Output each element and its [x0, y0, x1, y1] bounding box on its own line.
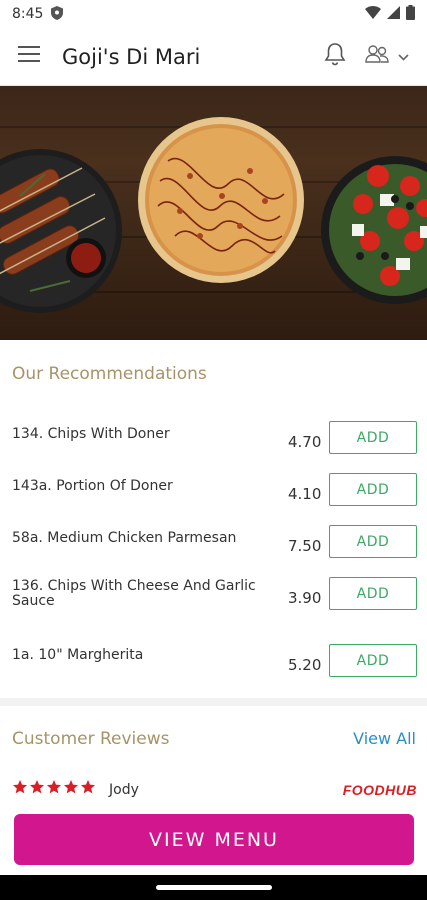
- status-time: 8:45: [12, 6, 44, 22]
- user-group-icon: [364, 44, 390, 69]
- list-item: 134. Chips With Doner 4.70 ADD: [0, 421, 427, 461]
- add-button[interactable]: ADD: [329, 577, 417, 610]
- view-all-link[interactable]: View All: [353, 729, 416, 748]
- list-item: 136. Chips With Cheese And Garlic Sauce …: [0, 577, 427, 617]
- item-price: 7.50: [288, 537, 322, 555]
- item-name: 136. Chips With Cheese And Garlic Sauce: [12, 578, 256, 609]
- kebab-plate-image: [0, 149, 122, 313]
- salad-plate-image: [321, 156, 427, 304]
- app-bar: Goji's Di Mari: [0, 28, 427, 86]
- add-button[interactable]: ADD: [329, 644, 417, 677]
- pizza-image: [138, 117, 304, 283]
- system-nav-bar: [0, 875, 427, 900]
- item-price: 4.10: [288, 485, 322, 503]
- battery-icon: [406, 5, 415, 23]
- list-item: 58a. Medium Chicken Parmesan 7.50 ADD: [0, 525, 427, 565]
- star-icon: [30, 780, 44, 794]
- add-button[interactable]: ADD: [329, 421, 417, 454]
- signal-icon: [387, 6, 400, 22]
- chevron-down-icon: [398, 48, 409, 66]
- add-button[interactable]: ADD: [329, 473, 417, 506]
- customer-reviews-title: Customer Reviews: [12, 729, 170, 749]
- star-icon: [64, 780, 78, 794]
- item-price: 5.20: [288, 656, 322, 674]
- list-item: 1a. 10" Margherita 5.20 ADD: [0, 644, 427, 684]
- page-title: Goji's Di Mari: [62, 44, 201, 69]
- account-dropdown[interactable]: [364, 44, 409, 69]
- item-price: 4.70: [288, 433, 322, 451]
- star-icon: [81, 780, 95, 794]
- view-menu-button[interactable]: VIEW MENU: [14, 814, 414, 865]
- home-gesture-handle[interactable]: [156, 885, 272, 890]
- notification-bell-icon[interactable]: [324, 42, 346, 71]
- star-icon: [47, 780, 61, 794]
- item-name: 143a. Portion Of Doner: [12, 478, 173, 494]
- status-bar: 8:45: [0, 0, 427, 28]
- item-price: 3.90: [288, 589, 322, 607]
- item-name: 1a. 10" Margherita: [12, 647, 144, 663]
- add-button[interactable]: ADD: [329, 525, 417, 558]
- wifi-icon: [365, 6, 381, 22]
- item-name: 58a. Medium Chicken Parmesan: [12, 530, 237, 546]
- reviewer-name: Jody: [109, 782, 139, 798]
- menu-icon[interactable]: [18, 46, 40, 67]
- recommendations-title: Our Recommendations: [12, 364, 207, 384]
- item-name: 134. Chips With Doner: [12, 426, 170, 442]
- list-item: 143a. Portion Of Doner 4.10 ADD: [0, 473, 427, 513]
- shield-icon: [51, 5, 64, 23]
- hero-food-image: [0, 86, 427, 340]
- star-icon: [13, 780, 27, 794]
- foodhub-logo: FOODHUB: [342, 782, 417, 798]
- review-item: Jody FOODHUB: [12, 779, 417, 801]
- section-divider: [0, 698, 427, 706]
